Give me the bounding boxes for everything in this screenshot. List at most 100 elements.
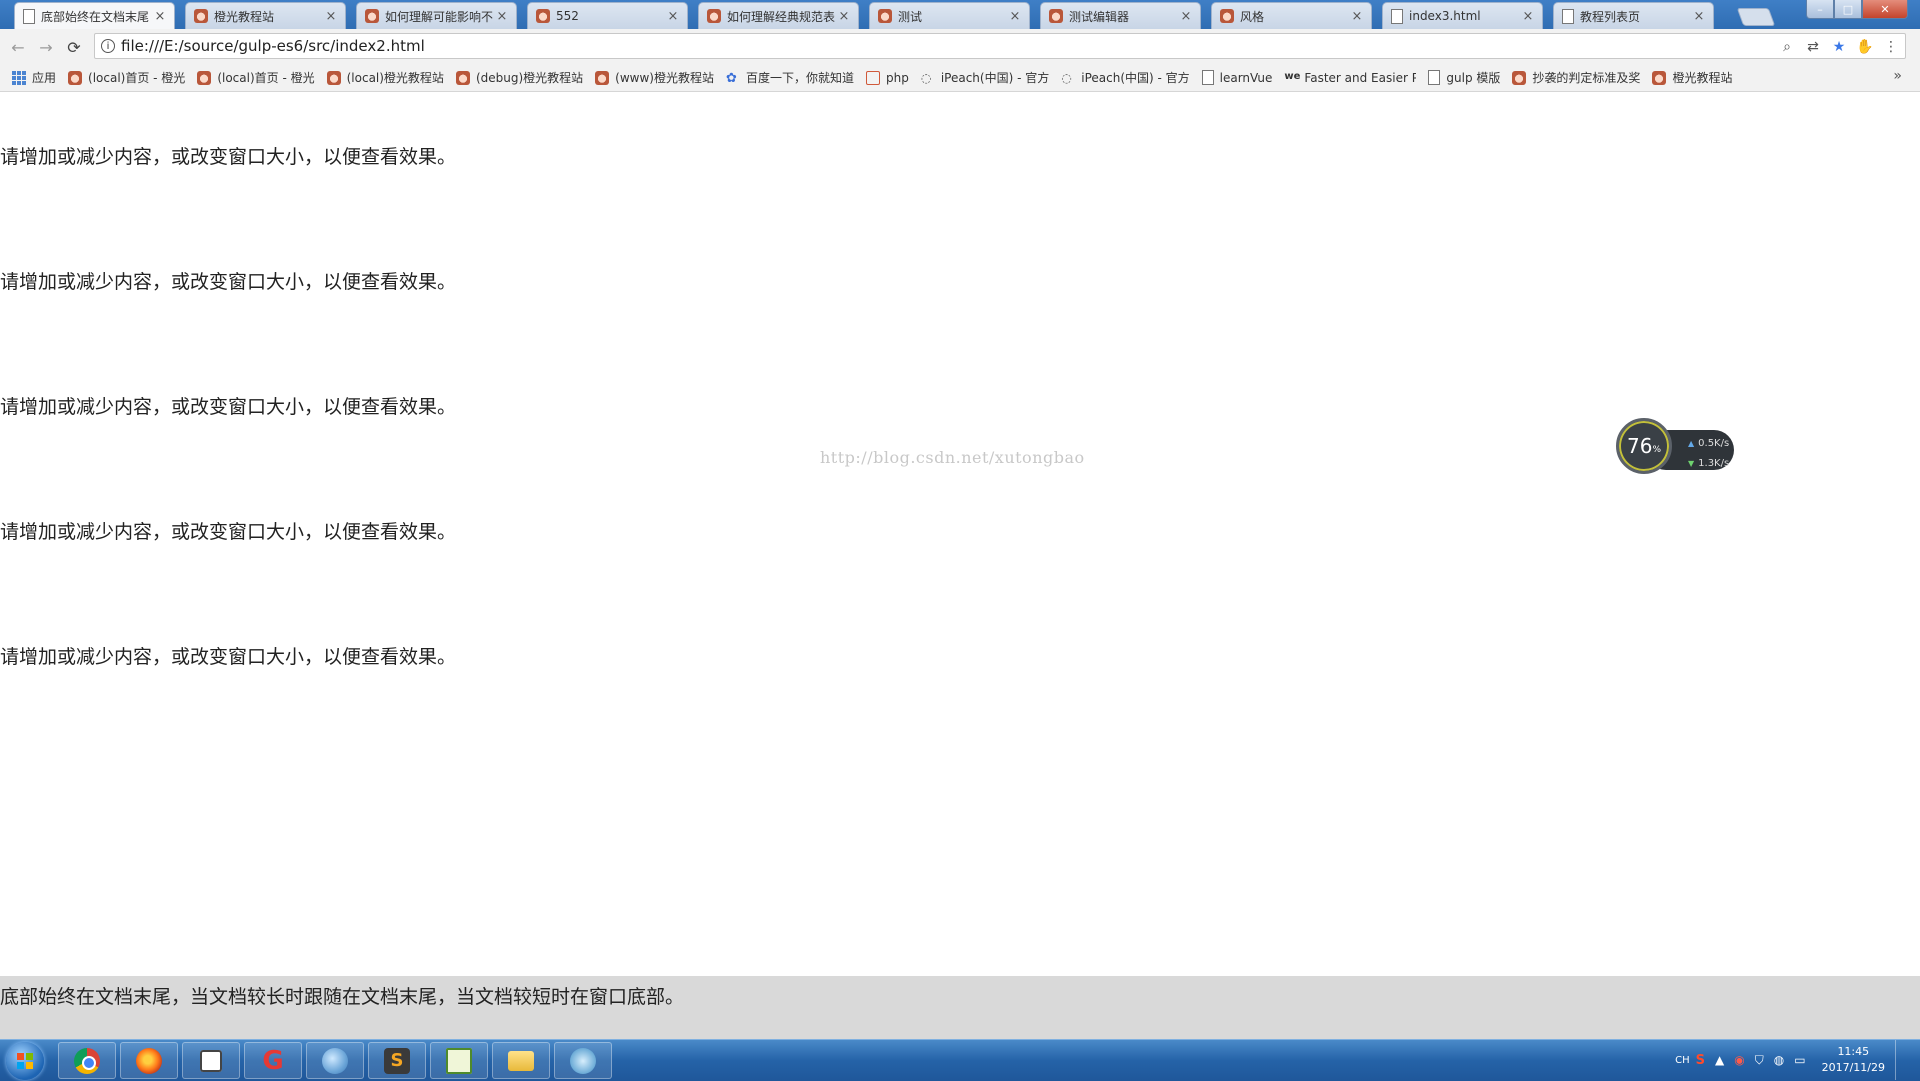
tab-close-icon[interactable]: ×: [667, 9, 679, 24]
tab-9[interactable]: 教程列表页 ×: [1553, 2, 1714, 29]
tab-close-icon[interactable]: ×: [1351, 9, 1363, 24]
sogou-ime-icon[interactable]: S: [1696, 1053, 1705, 1068]
tab-close-icon[interactable]: ×: [838, 9, 850, 24]
bookmark-item[interactable]: gulp 模版: [1428, 69, 1500, 86]
tab-4[interactable]: 如何理解经典规范表 ×: [698, 2, 859, 29]
taskbar-browser[interactable]: [306, 1042, 364, 1079]
bookmarks-overflow-icon[interactable]: »: [1893, 68, 1902, 84]
info-icon[interactable]: i: [101, 39, 115, 53]
bookmark-apps[interactable]: 应用: [12, 69, 56, 86]
close-window-button[interactable]: ✕: [1862, 0, 1908, 19]
taskbar-explorer[interactable]: [492, 1042, 550, 1079]
bookmark-item[interactable]: (local)首页 - 橙光: [68, 69, 185, 86]
bookmark-item[interactable]: learnVue: [1201, 70, 1272, 85]
maximize-button[interactable]: □: [1834, 0, 1862, 19]
input-language[interactable]: CH: [1675, 1055, 1690, 1066]
action-center-icon[interactable]: ▭: [1794, 1053, 1805, 1067]
sublime-text-icon: S: [384, 1047, 410, 1074]
tab-6[interactable]: 测试编辑器 ×: [1040, 2, 1201, 29]
menu-icon[interactable]: ⋮: [1881, 37, 1901, 57]
bookmark-item[interactable]: ◌ iPeach(中国) - 官方: [921, 69, 1049, 86]
bookmark-item[interactable]: ✿ 百度一下，你就知道: [726, 69, 854, 86]
document-icon: [23, 8, 35, 24]
bookmark-label: iPeach(中国) - 官方: [940, 71, 1050, 85]
back-button[interactable]: ←: [6, 35, 30, 59]
taskbar-sublime[interactable]: S: [368, 1042, 426, 1079]
bookmark-item[interactable]: we Faster and Easier P: [1284, 71, 1416, 85]
tab-close-icon[interactable]: ×: [1180, 9, 1192, 24]
bookmark-label: (debug)橙光教程站: [475, 71, 584, 85]
bookmark-item[interactable]: ◌ iPeach(中国) - 官方: [1061, 69, 1189, 86]
tab-2[interactable]: 如何理解可能影响不 ×: [356, 2, 517, 29]
chrome-icon: [74, 1047, 100, 1074]
tab-strip: 底部始终在文档末尾 × 橙光教程站 × 如何理解可能影响不 × 552 × 如何…: [0, 0, 1920, 29]
bookmark-item[interactable]: (www)橙光教程站: [595, 69, 714, 86]
taskbar-network-app[interactable]: [554, 1042, 612, 1079]
url-input[interactable]: [121, 37, 1721, 55]
clock-time: 11:45: [1837, 1045, 1870, 1058]
bookmark-item[interactable]: 橙光教程站: [1652, 69, 1732, 86]
bookmark-label: (www)橙光教程站: [615, 71, 714, 85]
tab-1[interactable]: 橙光教程站 ×: [185, 2, 346, 29]
new-tab-button[interactable]: [1736, 8, 1776, 26]
red-swirl-icon: G: [262, 1045, 284, 1076]
shield-icon[interactable]: ⛉: [1755, 1053, 1764, 1068]
content-paragraph: 请增加或减少内容，或改变窗口大小，以便查看效果。: [0, 396, 457, 418]
anime-face-icon: [365, 9, 379, 23]
anime-face-icon: [536, 9, 550, 23]
tab-close-icon[interactable]: ×: [1522, 9, 1534, 24]
bookmark-item[interactable]: (debug)橙光教程站: [455, 69, 584, 86]
document-icon: [1391, 8, 1403, 24]
qq-icon: ◌: [920, 70, 932, 85]
chart-icon: [446, 1047, 472, 1074]
bookmark-item[interactable]: php: [865, 70, 909, 85]
bookmark-label: (local)首页 - 橙光: [217, 71, 315, 85]
bookmark-item[interactable]: (local)橙光教程站: [326, 69, 444, 86]
tab-title: 底部始终在文档末尾: [41, 9, 150, 24]
apps-grid-icon: [12, 70, 26, 85]
taskbar-virtualbox[interactable]: [182, 1042, 240, 1079]
zoom-icon[interactable]: ⌕: [1777, 37, 1797, 57]
tab-title: 如何理解经典规范表: [727, 9, 836, 24]
start-button[interactable]: [6, 1042, 44, 1080]
address-bar[interactable]: i ⌕ ⇄ ★ ✋ ⋮: [94, 33, 1906, 59]
network-speed-widget[interactable]: 76% ▲ 0.5K/s ▼ 1.3K/s: [1616, 418, 1736, 478]
tab-close-icon[interactable]: ×: [496, 9, 508, 24]
bookmark-item[interactable]: 抄袭的判定标准及奖: [1512, 69, 1640, 86]
network-icon[interactable]: ◍: [1774, 1053, 1784, 1067]
taskbar-firefox[interactable]: [120, 1042, 178, 1079]
tab-8[interactable]: index3.html ×: [1382, 2, 1543, 29]
document-icon: [1201, 70, 1214, 85]
upload-value: 0.5K/s: [1698, 438, 1730, 449]
taskbar-chrome[interactable]: [58, 1042, 116, 1079]
weibo-icon[interactable]: ◉: [1734, 1053, 1744, 1067]
tab-7[interactable]: 风格 ×: [1211, 2, 1372, 29]
bookmark-label: Faster and Easier P: [1304, 70, 1417, 85]
reload-button[interactable]: ⟳: [62, 35, 86, 59]
bookmark-item[interactable]: (local)首页 - 橙光: [197, 69, 315, 86]
globe-icon: [322, 1047, 348, 1074]
show-hidden-icons-icon[interactable]: ▲: [1715, 1053, 1724, 1067]
extension-icon[interactable]: ✋: [1855, 37, 1875, 57]
bookmark-star-icon[interactable]: ★: [1829, 37, 1849, 57]
taskbar-chart-app[interactable]: [430, 1042, 488, 1079]
tab-title: 测试: [898, 9, 923, 24]
tab-3[interactable]: 552 ×: [527, 2, 688, 29]
tab-close-icon[interactable]: ×: [1009, 9, 1021, 24]
omnibox-actions: ⌕ ⇄ ★ ✋ ⋮: [1771, 37, 1901, 57]
forward-button[interactable]: →: [34, 35, 58, 59]
tab-close-icon[interactable]: ×: [154, 9, 166, 24]
content-paragraph: 请增加或减少内容，或改变窗口大小，以便查看效果。: [0, 271, 457, 293]
tab-0[interactable]: 底部始终在文档末尾 ×: [14, 2, 175, 29]
translate-icon[interactable]: ⇄: [1803, 37, 1823, 57]
tab-list: 底部始终在文档末尾 × 橙光教程站 × 如何理解可能影响不 × 552 × 如何…: [14, 2, 1724, 29]
tab-close-icon[interactable]: ×: [325, 9, 337, 24]
anime-face-icon: [68, 70, 83, 85]
minimize-button[interactable]: –: [1806, 0, 1834, 19]
tab-close-icon[interactable]: ×: [1693, 9, 1705, 24]
taskbar-red-app[interactable]: G: [244, 1042, 302, 1079]
document-icon: [1562, 8, 1574, 24]
tab-5[interactable]: 测试 ×: [869, 2, 1030, 29]
clock[interactable]: 11:45 2017/11/29: [1822, 1044, 1885, 1076]
show-desktop-button[interactable]: [1895, 1040, 1906, 1080]
